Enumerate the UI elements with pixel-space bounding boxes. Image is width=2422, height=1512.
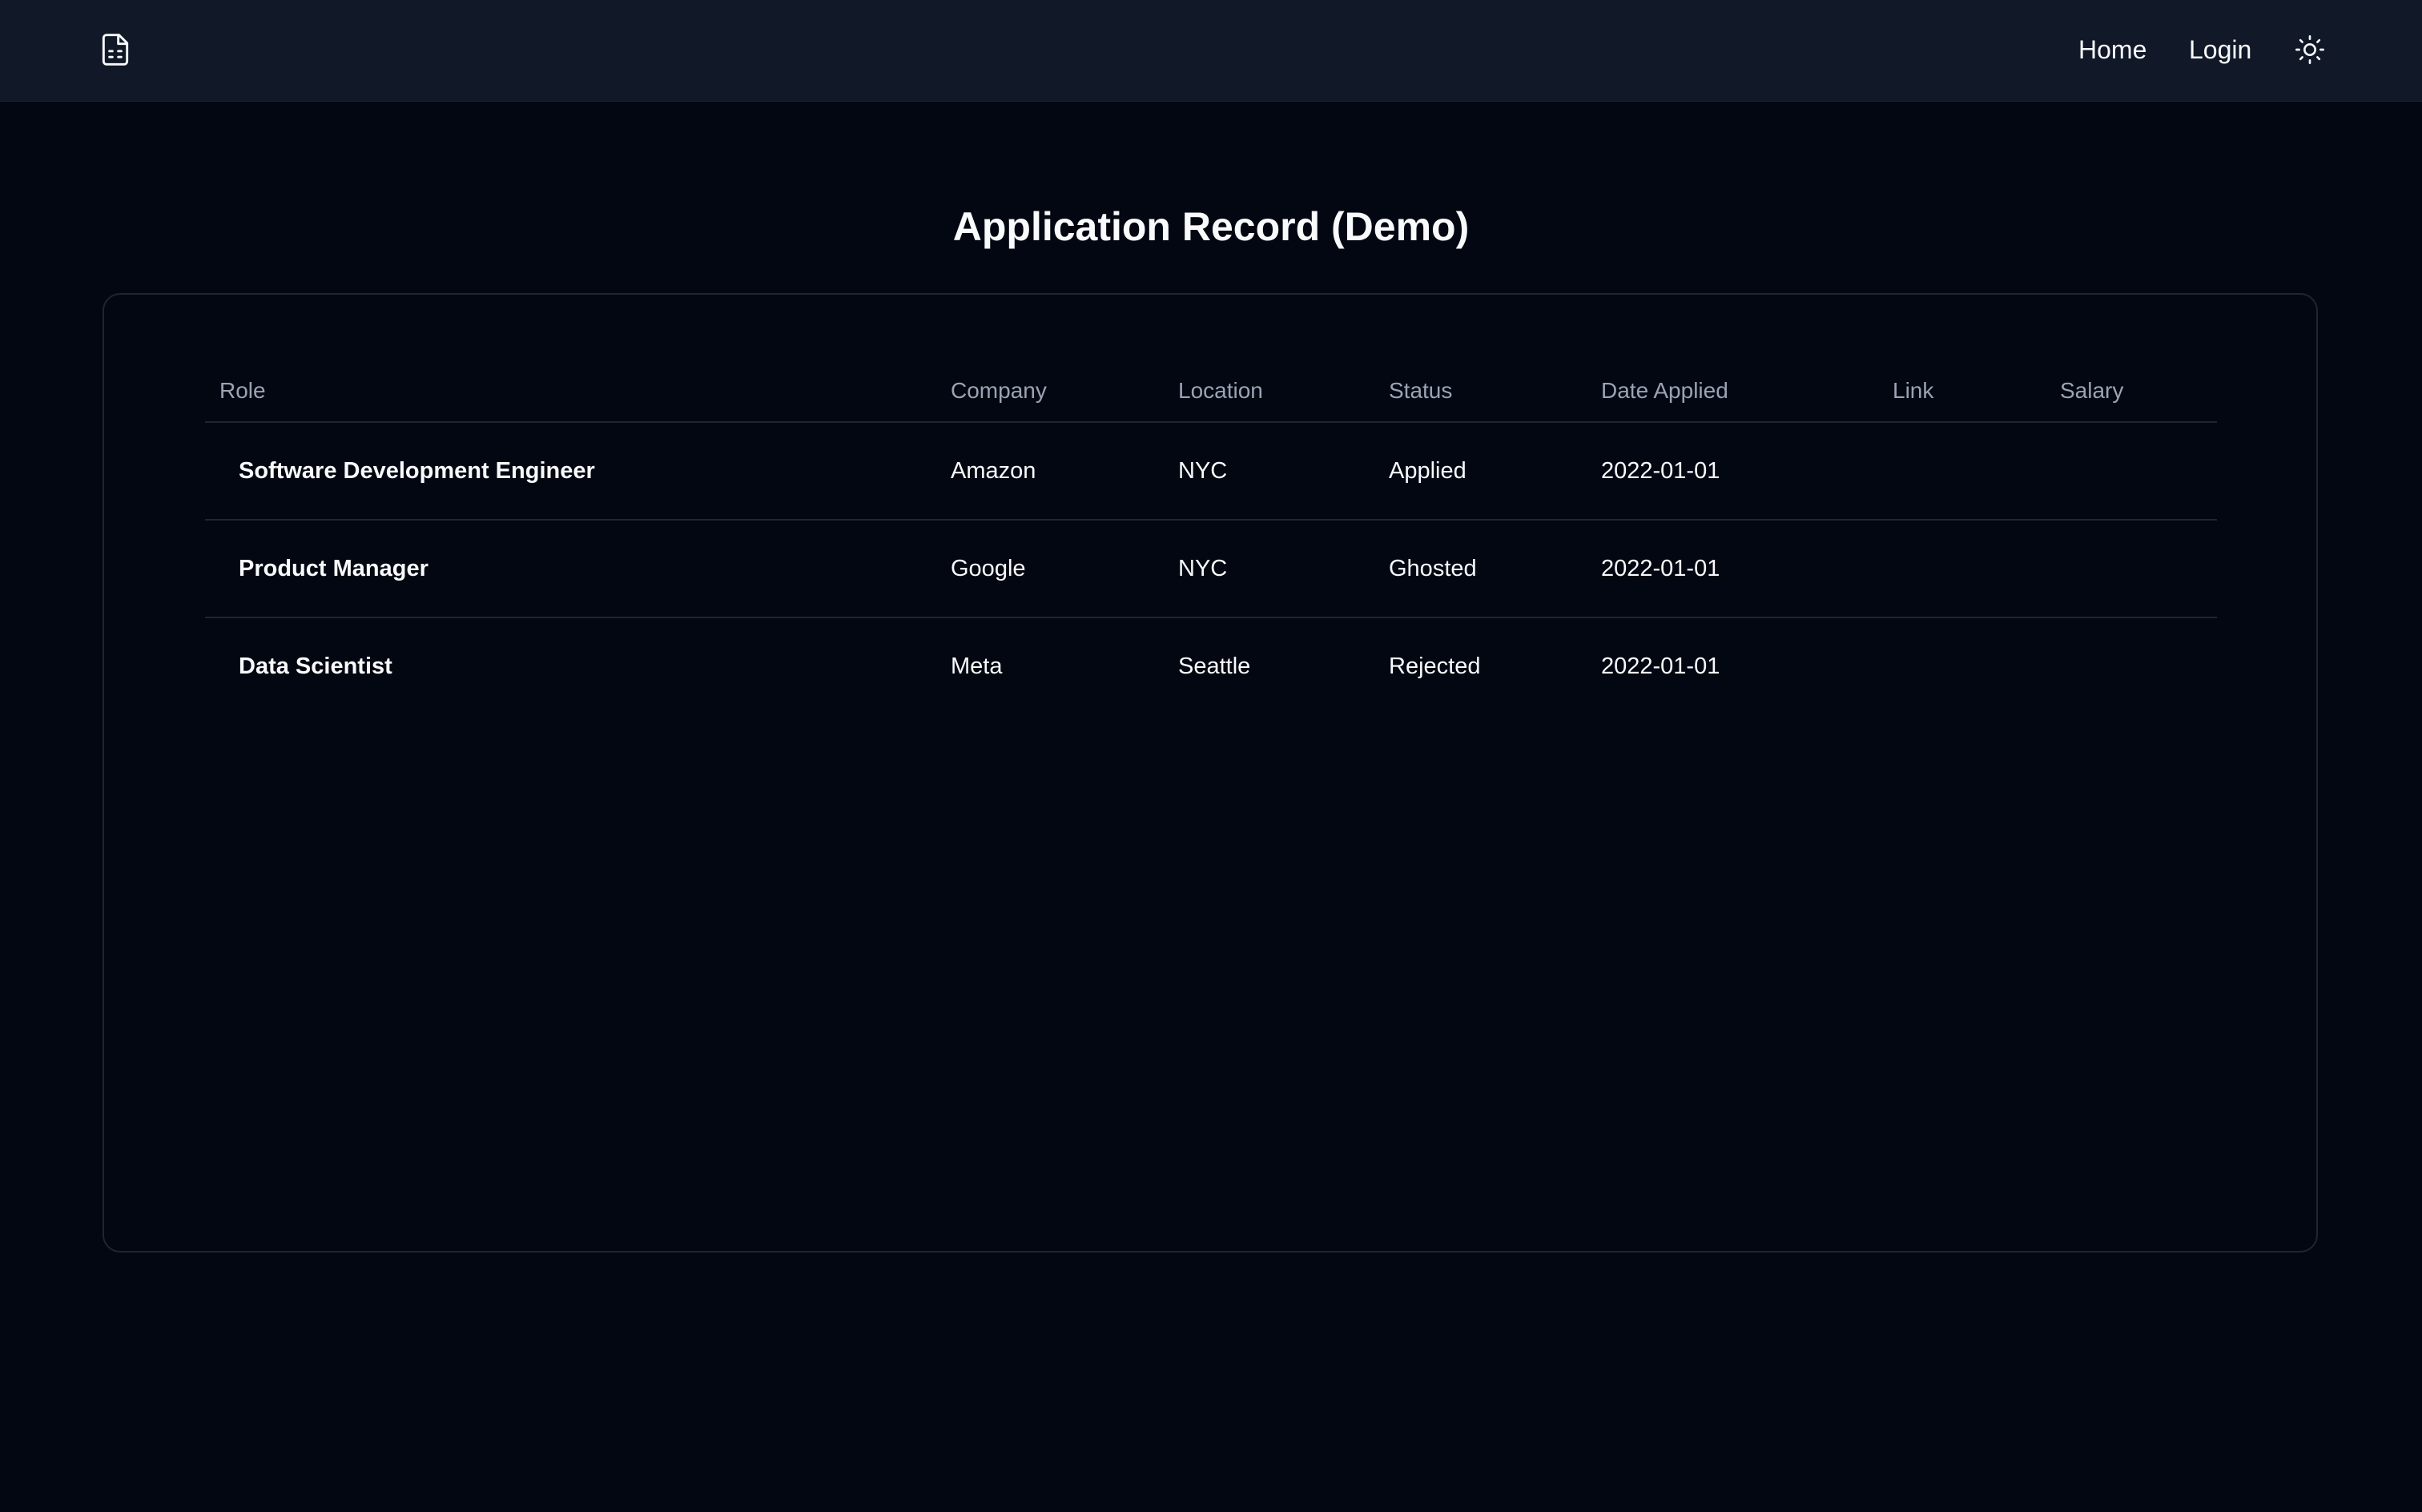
- column-header-company[interactable]: Company: [951, 360, 1178, 423]
- cell-status: Ghosted: [1389, 520, 1601, 618]
- table-header-row: Role Company Location Status Date Applie…: [205, 360, 2217, 423]
- cell-location: Seattle: [1178, 653, 1251, 679]
- cell-salary: [2060, 617, 2217, 714]
- cell-location: NYC: [1178, 422, 1389, 521]
- cell-role: Software Development Engineer: [205, 422, 951, 521]
- cell-link: [1893, 617, 2060, 714]
- cell-salary: [2060, 422, 2217, 521]
- table-row[interactable]: Software Development Engineer Amazon NYC…: [205, 422, 2217, 521]
- column-header-date-applied[interactable]: Date Applied: [1601, 360, 1893, 423]
- cell-role: Product Manager: [205, 520, 951, 618]
- cell-date-applied: 2022-01-01: [1601, 653, 1720, 679]
- table-row[interactable]: Data Scientist Meta Seattle Rejected 202…: [205, 617, 2217, 714]
- cell-date-applied: 2022-01-01: [1601, 520, 1893, 618]
- cell-status: Rejected: [1389, 653, 1481, 679]
- column-header-location[interactable]: Location: [1178, 360, 1389, 423]
- file-spreadsheet-icon[interactable]: [98, 30, 133, 69]
- column-header-link[interactable]: Link: [1893, 360, 2060, 423]
- cell-location: NYC: [1178, 520, 1389, 618]
- column-header-status[interactable]: Status: [1389, 360, 1601, 423]
- cell-date-applied: 2022-01-01: [1601, 422, 1893, 521]
- cell-status: Applied: [1389, 422, 1601, 521]
- cell-company: Meta: [951, 653, 1003, 679]
- cell-link: [1893, 422, 2060, 521]
- cell-company: Amazon: [951, 422, 1178, 521]
- cell-link: [1893, 520, 2060, 618]
- nav-home-link[interactable]: Home: [2078, 30, 2146, 69]
- column-header-role[interactable]: Role: [205, 360, 951, 423]
- cell-role: Data Scientist: [239, 653, 392, 679]
- column-header-salary[interactable]: Salary: [2060, 360, 2217, 423]
- nav-login-link[interactable]: Login: [2189, 30, 2251, 69]
- cell-company: Google: [951, 520, 1178, 618]
- page-title: Application Record (Demo): [952, 204, 1470, 249]
- cell-salary: [2060, 520, 2217, 618]
- applications-table: Role Company Location Status Date Applie…: [205, 360, 2217, 714]
- navbar: Home Login: [0, 0, 2422, 102]
- table-row[interactable]: Product Manager Google NYC Ghosted 2022-…: [205, 520, 2217, 618]
- sun-icon[interactable]: [2294, 32, 2326, 67]
